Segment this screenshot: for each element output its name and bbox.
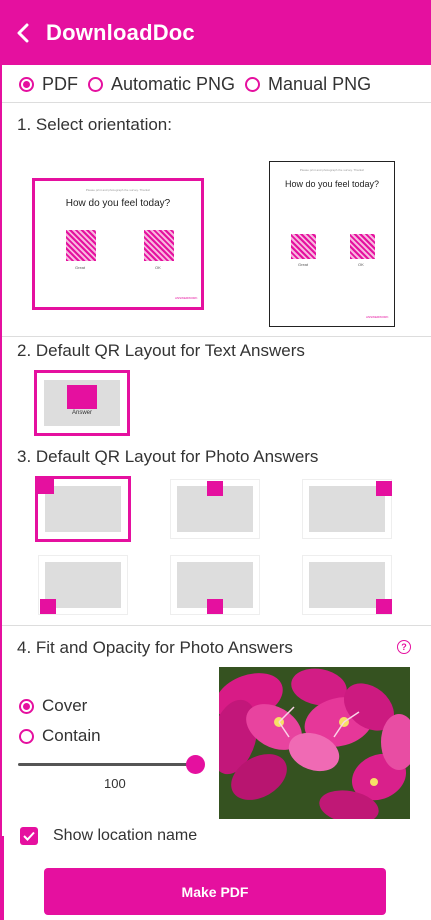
qr-position-marker [376, 481, 392, 496]
checkmark-icon [23, 831, 35, 841]
format-label-manual-png: Manual PNG [268, 73, 372, 94]
format-selector: PDF Automatic PNG Manual PNG [0, 66, 431, 102]
preview-question: How do you feel today? [65, 198, 171, 209]
opacity-value: 100 [104, 776, 126, 791]
page-title: DownloadDoc [46, 19, 195, 45]
qr-code-icon [291, 234, 316, 259]
fit-opacity-title: 4. Fit and Opacity for Photo Answers [17, 638, 293, 657]
opacity-slider-thumb[interactable] [186, 755, 205, 774]
opacity-slider-track[interactable] [18, 763, 196, 766]
photo-layout-top-right[interactable] [302, 479, 392, 539]
photo-layout-top-left[interactable] [35, 476, 131, 542]
photo-layout-top-center[interactable] [170, 479, 260, 539]
radio-unchecked-icon [88, 76, 103, 92]
format-radio-automatic-png[interactable]: Automatic PNG [88, 74, 235, 95]
make-pdf-button[interactable]: Make PDF [44, 868, 386, 915]
format-label-automatic-png: Automatic PNG [111, 73, 236, 94]
photo-layout-bottom-center[interactable] [170, 555, 260, 615]
answer-label: Answer [71, 410, 92, 416]
preview-header-text: Please print and photograph the survey. … [85, 188, 151, 192]
fit-radio-cover[interactable]: Cover [19, 696, 87, 716]
orientation-title: 1. Select orientation: [17, 115, 172, 134]
photo-layout-title: 3. Default QR Layout for Photo Answers [17, 447, 319, 466]
photo-placeholder [309, 486, 385, 532]
show-location-checkbox[interactable] [20, 827, 38, 845]
radio-unchecked-icon [245, 76, 261, 92]
left-edge [0, 65, 2, 920]
qr-position-marker [207, 481, 223, 496]
qr-position-marker [38, 479, 54, 494]
qr-position-marker [40, 599, 56, 614]
format-radio-pdf[interactable]: PDF [19, 74, 78, 95]
show-location-label: Show location name [53, 827, 198, 844]
photo-layout-bottom-right[interactable] [302, 555, 392, 615]
preview-question: How do you feel today? [284, 179, 380, 189]
divider [2, 625, 431, 626]
back-button[interactable] [0, 0, 46, 65]
radio-checked-icon [19, 698, 34, 714]
qr-code-icon [350, 234, 375, 259]
preview-answer-label: Great [298, 262, 309, 267]
preview-header-text: Please print and photograph the survey. … [299, 168, 365, 172]
preview-brand: ANSWERWORK [175, 296, 198, 300]
divider [2, 102, 431, 103]
help-icon[interactable]: ? [397, 640, 411, 654]
format-label-pdf: PDF [42, 73, 78, 94]
photo-layout-bottom-left[interactable] [38, 555, 128, 615]
photo-placeholder [309, 562, 385, 608]
divider [2, 336, 431, 337]
preview-answer-label: OK [358, 262, 364, 267]
app-header: DownloadDoc [0, 0, 431, 65]
orientation-portrait[interactable]: Please print and photograph the survey. … [269, 161, 395, 327]
photo-placeholder [45, 486, 121, 532]
qr-code-icon [144, 230, 174, 261]
preview-answer-label: OK [155, 265, 161, 270]
left-edge-accent [0, 836, 4, 920]
text-layout-title: 2. Default QR Layout for Text Answers [17, 341, 305, 360]
qr-position-marker [376, 599, 392, 614]
preview-answer-label: Great [75, 265, 86, 270]
photo-placeholder [45, 562, 121, 608]
fit-radio-contain[interactable]: Contain [19, 726, 101, 746]
preview-brand: ANSWERWORK [366, 315, 389, 319]
radio-unchecked-icon [19, 728, 34, 744]
fit-label-contain: Contain [42, 726, 101, 745]
fit-label-cover: Cover [42, 696, 88, 715]
photo-preview [219, 667, 410, 819]
qr-code-icon [66, 230, 96, 261]
format-radio-manual-png[interactable]: Manual PNG [245, 74, 371, 95]
qr-block-icon [67, 385, 97, 409]
radio-checked-icon [19, 76, 34, 92]
text-layout-option[interactable]: Answer [34, 370, 130, 436]
qr-position-marker [207, 599, 223, 614]
chevron-left-icon [17, 23, 29, 42]
flower-photo-image [219, 667, 410, 819]
orientation-landscape[interactable]: Please print and photograph the survey. … [32, 178, 204, 310]
